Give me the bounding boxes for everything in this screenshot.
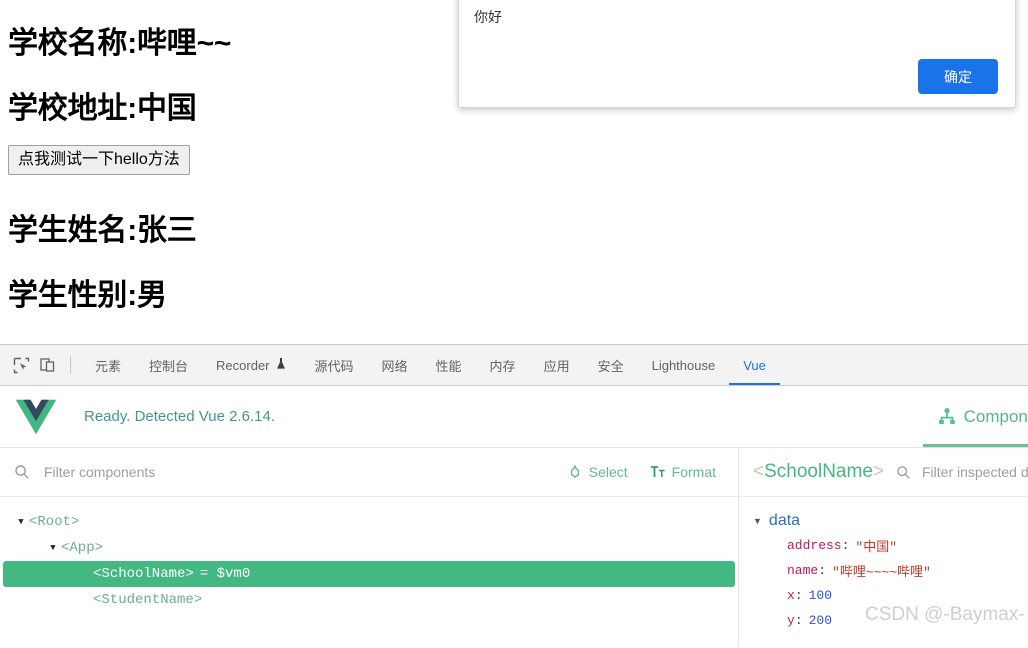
crosshair-icon <box>567 464 583 480</box>
text-format-icon <box>650 464 666 480</box>
devtools-tab-10[interactable]: Vue <box>729 345 780 385</box>
component-tree-row-vm: = $vm0 <box>200 566 250 582</box>
school-address-heading: 学校地址:中国 <box>8 83 197 127</box>
vue-tab-components-label: Components <box>964 407 1028 427</box>
devtools-tab-9[interactable]: Lighthouse <box>638 345 730 385</box>
devtools-tab-label: 元素 <box>95 356 121 375</box>
devtools-tab-2[interactable]: Recorder <box>202 345 300 385</box>
inspector-property-key: y <box>787 613 795 628</box>
inspector-property-key: x <box>787 588 795 603</box>
device-toolbar-icon[interactable] <box>34 352 60 378</box>
inspector-property-list: address:"中国"name:"哔哩~~~~哔哩"x:100y:200 <box>739 533 1028 633</box>
student-name-heading: 学生姓名:张三 <box>8 205 197 249</box>
inspector-property-key: name <box>787 563 818 578</box>
devtools-tab-8[interactable]: 安全 <box>584 345 638 385</box>
devtools-tab-label: 性能 <box>436 356 462 375</box>
devtools-tab-7[interactable]: 应用 <box>530 345 584 385</box>
inspector-body: ▼ data address:"中国"name:"哔哩~~~~哔哩"x:100y… <box>739 497 1028 633</box>
inspector-data-section[interactable]: ▼ data <box>753 509 1028 533</box>
inspector-property-value: 100 <box>809 588 832 603</box>
inspector-property-colon: : <box>818 563 826 578</box>
inspector-property-value: "中国" <box>855 536 897 555</box>
school-name-heading: 学校名称:哔哩~~ <box>8 18 231 62</box>
inspector-property-value: "哔哩~~~~哔哩" <box>832 561 931 580</box>
alert-ok-button[interactable]: 确定 <box>918 59 998 94</box>
web-page-content: 学校名称:哔哩~~ 学校地址:中国 点我测试一下hello方法 学生姓名:张三 … <box>0 0 1028 344</box>
filter-components-input[interactable] <box>42 463 567 481</box>
components-tree-icon <box>937 407 957 427</box>
inspector-title-open-angle: < <box>753 461 764 482</box>
format-button[interactable]: Format <box>650 464 716 480</box>
component-tree-row-label: <Root> <box>29 514 79 530</box>
inspected-component-name: <SchoolName> <box>753 461 884 483</box>
vue-status-text: Ready. Detected Vue 2.6.14. <box>84 408 275 425</box>
alert-dialog: 你好 确定 <box>458 0 1016 108</box>
devtools-tab-4[interactable]: 网络 <box>368 345 422 385</box>
component-tree-row[interactable]: ▼<Root> <box>3 509 735 535</box>
component-tree-row-label: <App> <box>61 540 103 556</box>
component-tree-toolbar: Select Format <box>0 448 738 497</box>
inspect-element-icon[interactable] <box>8 352 34 378</box>
inspector-property-row[interactable]: y:200 <box>787 608 1028 633</box>
inspector-property-value: 200 <box>809 613 832 628</box>
devtools-tab-0[interactable]: 元素 <box>81 345 135 385</box>
devtools-tab-label: 应用 <box>544 356 570 375</box>
inspector-search-icon <box>894 463 912 481</box>
devtools-tab-list: 元素 控制台 Recorder 源代码 网络 性能 内存 应用 安全 Lighthouse Vue <box>81 345 780 385</box>
component-tree-row[interactable]: <SchoolName> = $vm0 <box>3 561 735 587</box>
devtools-tab-label: 源代码 <box>315 356 354 375</box>
select-button-label: Select <box>589 464 628 480</box>
vue-panel-header: Ready. Detected Vue 2.6.14. Components <box>0 386 1028 448</box>
devtools-tab-3[interactable]: 源代码 <box>301 345 368 385</box>
inspector-property-colon: : <box>842 538 850 553</box>
screenshot-root: 学校名称:哔哩~~ 学校地址:中国 点我测试一下hello方法 学生姓名:张三 … <box>0 0 1028 648</box>
inspector-title-text: SchoolName <box>764 461 873 482</box>
component-tree-row-label: <SchoolName> <box>93 566 194 582</box>
devtools-tab-label: 网络 <box>382 356 408 375</box>
vue-devtools-panel: Ready. Detected Vue 2.6.14. Components <box>0 386 1028 648</box>
devtools-tab-label: Recorder <box>216 358 269 373</box>
chevron-down-icon: ▼ <box>753 516 762 526</box>
inspector-property-key: address <box>787 538 842 553</box>
devtools-tab-label: Vue <box>743 358 766 373</box>
inspector-property-row[interactable]: x:100 <box>787 583 1028 608</box>
student-gender-heading: 学生性别:男 <box>8 270 167 314</box>
format-button-label: Format <box>672 464 716 480</box>
inspector-title-close-angle: > <box>873 461 884 482</box>
devtools-panel: 元素控制台Recorder源代码网络性能内存应用安全LighthouseVue … <box>0 344 1028 648</box>
component-tree-list: ▼<Root>▼<App><SchoolName>= $vm0<StudentN… <box>0 497 738 613</box>
component-tree-row[interactable]: <StudentName> <box>3 587 735 613</box>
component-tree-pane: Select Format ▼<Root>▼<App><SchoolName>=… <box>0 448 739 647</box>
inspector-property-colon: : <box>795 613 803 628</box>
inspector-data-section-label: data <box>769 512 800 530</box>
inspector-header: <SchoolName> <box>739 448 1028 497</box>
devtools-tab-label: Lighthouse <box>652 358 716 373</box>
alert-message-text: 你好 <box>474 8 502 26</box>
inspector-property-row[interactable]: name: "哔哩~~~~哔哩" <box>787 558 1028 583</box>
search-icon <box>12 462 32 482</box>
devtools-tab-label: 安全 <box>598 356 624 375</box>
component-inspector-pane: <SchoolName> ▼ data <box>739 448 1028 647</box>
devtools-tabbar: 元素 控制台 Recorder 源代码 网络 性能 内存 应用 安全 Lighthouse Vue <box>0 345 1028 386</box>
devtools-tab-label: 内存 <box>490 356 516 375</box>
chevron-down-icon[interactable]: ▼ <box>13 509 29 535</box>
devtools-tab-1[interactable]: 控制台 <box>135 345 202 385</box>
inspector-property-row[interactable]: address: "中国" <box>787 533 1028 558</box>
select-component-button[interactable]: Select <box>567 464 628 480</box>
vue-panel-tabs: Components <box>923 386 1028 447</box>
flask-icon <box>275 357 287 373</box>
component-tree-row-label: <StudentName> <box>93 592 202 608</box>
test-hello-method-button[interactable]: 点我测试一下hello方法 <box>8 145 190 175</box>
vue-tab-components[interactable]: Components <box>923 386 1028 447</box>
vue-logo-icon <box>14 398 58 436</box>
devtools-tab-5[interactable]: 性能 <box>422 345 476 385</box>
inspector-property-colon: : <box>795 588 803 603</box>
component-tree-row[interactable]: ▼<App> <box>3 535 735 561</box>
devtools-tab-label: 控制台 <box>149 356 188 375</box>
devtools-tab-6[interactable]: 内存 <box>476 345 530 385</box>
vue-panel-body: Select Format ▼<Root>▼<App><SchoolName>=… <box>0 448 1028 647</box>
filter-inspected-data-input[interactable] <box>920 463 1028 481</box>
chevron-down-icon[interactable]: ▼ <box>45 535 61 561</box>
toolbar-separator <box>70 356 71 374</box>
